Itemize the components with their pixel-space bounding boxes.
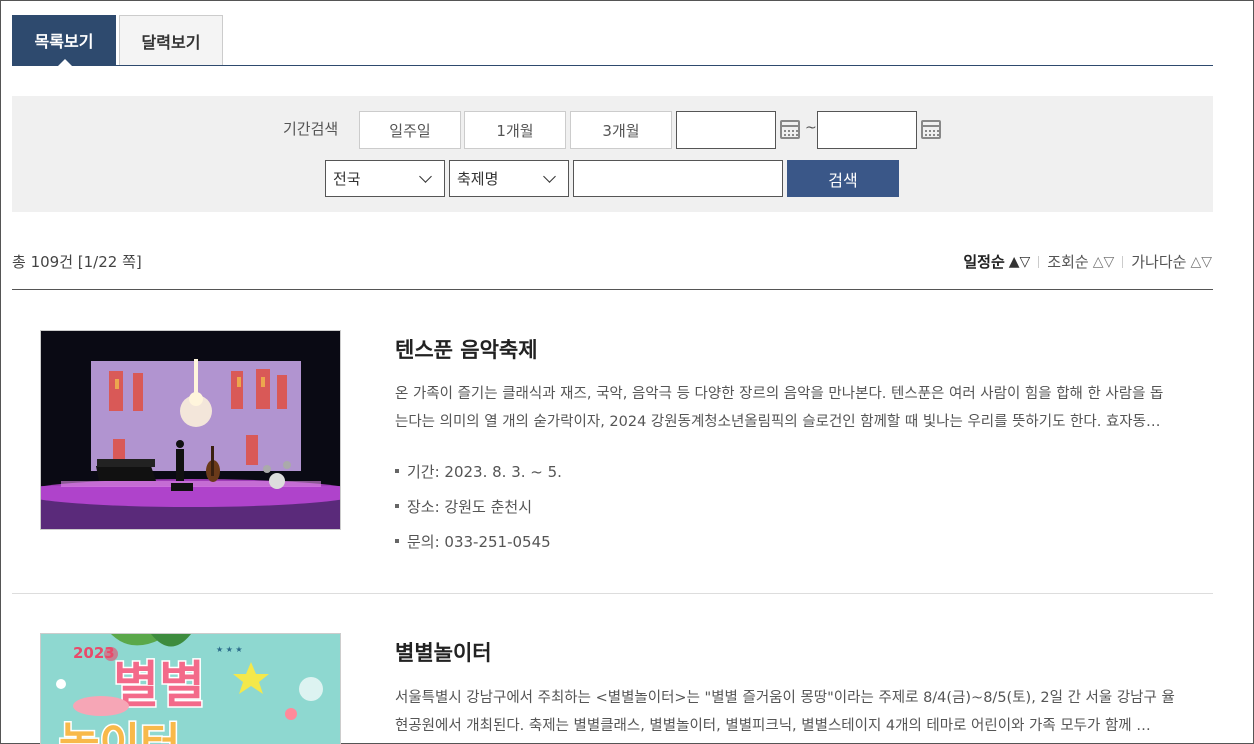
chevron-down-icon bbox=[543, 170, 556, 183]
divider bbox=[1122, 255, 1124, 268]
list-top-divider bbox=[12, 289, 1213, 290]
bullet-icon bbox=[395, 468, 399, 473]
sort-by-views-label: 조회순 bbox=[1047, 253, 1089, 271]
sort-by-name-label: 가나다순 bbox=[1131, 253, 1187, 271]
sort-arrows-icon: △▽ bbox=[1092, 253, 1115, 270]
period-3month-button[interactable]: 3개월 bbox=[570, 111, 672, 149]
poster-year-text: 2023 bbox=[73, 644, 115, 662]
sort-arrows-icon: ▲▽ bbox=[1008, 253, 1031, 270]
description-line: 온 가족이 즐기는 클래식과 재즈, 국악, 음악극 등 다양한 장르의 음악을… bbox=[395, 386, 1164, 402]
search-panel: 기간검색 일주일 1개월 3개월 ~ 전국 축제명 검색 bbox=[12, 96, 1213, 212]
keyword-input[interactable] bbox=[573, 160, 783, 197]
festival-period-text: 기간: 2023. 8. 3. ~ 5. bbox=[407, 463, 562, 481]
end-date-input[interactable] bbox=[817, 111, 917, 149]
festival-period: 기간: 2023. 8. 3. ~ 5. bbox=[395, 461, 562, 482]
divider bbox=[1038, 255, 1040, 268]
region-select[interactable]: 전국 bbox=[325, 160, 445, 197]
sort-by-views[interactable]: 조회순 △▽ bbox=[1047, 251, 1114, 272]
sort-by-date[interactable]: 일정순 ▲▽ bbox=[963, 251, 1030, 272]
sort-arrows-icon: △▽ bbox=[1190, 253, 1212, 270]
festival-description: 온 가족이 즐기는 클래식과 재즈, 국악, 음악극 등 다양한 장르의 음악을… bbox=[395, 380, 1207, 436]
festival-title[interactable]: 텐스푼 음악축제 bbox=[395, 334, 538, 364]
date-range-separator: ~ bbox=[805, 120, 817, 136]
bullet-icon bbox=[395, 503, 399, 508]
sort-options: 일정순 ▲▽ 조회순 △▽ 가나다순 △▽ bbox=[963, 251, 1212, 272]
bullet-icon bbox=[395, 538, 399, 543]
view-tabs: 목록보기 달력보기 bbox=[12, 15, 1213, 66]
sort-by-name[interactable]: 가나다순 △▽ bbox=[1131, 251, 1212, 272]
result-count: 총 109건 [1/22 쪽] bbox=[12, 253, 142, 271]
search-button[interactable]: 검색 bbox=[787, 160, 899, 197]
field-select[interactable]: 축제명 bbox=[449, 160, 569, 197]
period-week-button[interactable]: 일주일 bbox=[359, 111, 461, 149]
period-search-label: 기간검색 bbox=[283, 120, 339, 138]
end-calendar-icon[interactable] bbox=[921, 120, 941, 139]
festival-contact: 문의: 033-251-0545 bbox=[395, 531, 551, 552]
tab-list-view[interactable]: 목록보기 bbox=[12, 15, 116, 66]
festival-place-text: 장소: 강원도 춘천시 bbox=[407, 498, 532, 516]
period-1month-button[interactable]: 1개월 bbox=[464, 111, 566, 149]
festival-contact-text: 문의: 033-251-0545 bbox=[407, 533, 551, 551]
region-select-value: 전국 bbox=[333, 170, 361, 188]
description-line: 서울특별시 강남구에서 주최하는 <별별놀이터>는 "별별 즐거움이 몽땅"이라… bbox=[395, 690, 1175, 706]
festival-title[interactable]: 별별놀이터 bbox=[395, 637, 492, 667]
start-calendar-icon[interactable] bbox=[780, 120, 800, 139]
festival-thumbnail[interactable]: 2023 별별 놀이터 ★ ★ ★ bbox=[40, 633, 341, 744]
svg-text:★ ★ ★: ★ ★ ★ bbox=[216, 645, 243, 654]
sort-by-date-label: 일정순 bbox=[963, 253, 1005, 271]
chevron-down-icon bbox=[419, 170, 432, 183]
description-line: 는다는 의미의 열 개의 숟가락이자, 2024 강원동계청소년올림픽의 슬로건… bbox=[395, 414, 1161, 430]
festival-description: 서울특별시 강남구에서 주최하는 <별별놀이터>는 "별별 즐거움이 몽땅"이라… bbox=[395, 684, 1207, 740]
festival-place: 장소: 강원도 춘천시 bbox=[395, 496, 532, 517]
start-date-input[interactable] bbox=[676, 111, 776, 149]
list-item-divider bbox=[12, 593, 1213, 594]
description-line: 현공원에서 개최된다. 축제는 별별클래스, 별별놀이터, 별별피크닉, 별별스… bbox=[395, 718, 1151, 734]
poster-subtitle-text: 놀이터 bbox=[59, 719, 180, 744]
festival-poster-image: 2023 별별 놀이터 ★ ★ ★ bbox=[41, 634, 340, 744]
tab-calendar-view[interactable]: 달력보기 bbox=[119, 15, 223, 65]
concert-stage-image bbox=[41, 331, 340, 529]
field-select-value: 축제명 bbox=[457, 170, 499, 188]
festival-thumbnail[interactable] bbox=[40, 330, 341, 530]
